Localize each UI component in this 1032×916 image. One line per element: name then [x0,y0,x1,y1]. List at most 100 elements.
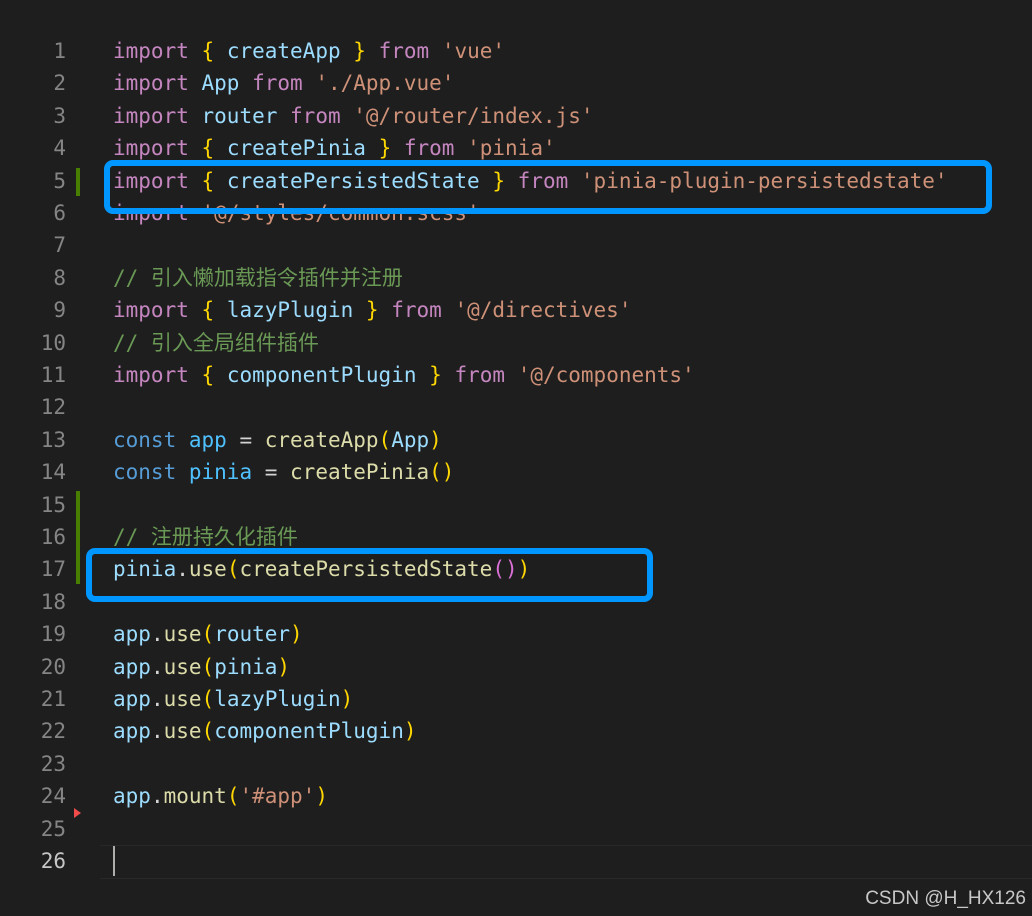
code-token: { [201,39,215,63]
code-line[interactable]: 19 app.use(router) [0,618,1032,650]
highlight-box-import-persisted-state [104,160,992,214]
line-code: import router from '@/router/index.js' [113,100,593,132]
code-token: use [163,687,202,711]
code-line[interactable]: 20 app.use(pinia) [0,651,1032,683]
code-token: app [113,784,151,809]
code-token: from [290,103,341,128]
code-token: from [454,363,506,387]
code-token: from [252,71,303,96]
code-line[interactable]: 14 const pinia = createPinia() [0,456,1032,488]
code-token: ( [378,427,392,452]
code-token: componentPlugin [214,719,404,744]
code-token: { [201,136,215,161]
code-line[interactable]: 10 // 引入全局组件插件 [0,327,1032,359]
code-line[interactable]: 13 const app = createApp(App) [0,424,1032,456]
code-line[interactable]: 23 [0,748,1032,780]
code-line[interactable]: 3 import router from '@/router/index.js' [0,100,1032,132]
line-number: 5 [53,168,66,193]
code-token: '@/router/index.js' [353,103,594,128]
code-token: ) [290,622,303,647]
code-token: . [150,654,164,679]
code-token: mount [163,784,227,809]
line-number: 13 [40,427,66,452]
code-token: createApp [264,427,379,452]
line-number: 16 [40,525,66,549]
watermark: CSDN @H_HX126 [865,888,1026,909]
code-token: . [150,687,164,711]
git-added-marker-lines-15-17 [76,491,80,584]
code-line[interactable]: 8 // 引入懒加载指令插件并注册 [0,262,1032,294]
code-token: use [163,622,202,647]
code-token: app [113,622,151,647]
code-token: createPinia [290,460,430,485]
code-token: router [201,103,278,128]
code-line[interactable]: 2 import App from './App.vue' [0,67,1032,99]
code-token: ) [403,719,417,744]
line-code: import { createApp } from 'vue' [113,35,505,67]
highlight-box-pinia-use [86,548,653,602]
code-token: createPinia [226,136,366,161]
line-number: 7 [53,233,66,258]
code-line[interactable]: 15 [0,489,1032,521]
line-code: import { lazyPlugin } from '@/directives… [113,294,631,326]
line-code: const pinia = createPinia() [113,456,454,488]
code-token: app [113,719,151,744]
code-token: from [378,39,430,63]
code-token: import [113,71,189,96]
code-token: const [113,460,177,485]
code-token: ( [201,719,215,744]
line-number: 8 [53,265,66,290]
code-token: = [226,427,265,452]
code-line[interactable]: 22 app.use(componentPlugin) [0,715,1032,747]
git-deleted-marker-icon [74,808,81,818]
code-token: from [391,298,442,323]
code-token: ) [315,784,328,809]
code-line[interactable]: 24 app.mount('#app') [0,780,1032,812]
code-token: 'vue' [441,39,506,63]
code-line[interactable]: 1 import { createApp } from 'vue' [0,35,1032,67]
line-number: 3 [53,103,66,128]
code-token: . [150,719,164,744]
code-line[interactable]: 25 [0,813,1032,845]
code-token: './App.vue' [315,71,455,96]
code-token: lazyPlugin [214,687,341,711]
code-token: app [188,427,227,452]
line-number: 23 [40,751,66,776]
code-token: . [150,784,164,809]
code-line[interactable]: 21 app.use(lazyPlugin) [0,683,1032,715]
code-token: app [113,687,151,711]
line-number: 17 [40,557,66,582]
code-token: () [429,460,455,485]
code-token: } [429,363,442,387]
code-line[interactable]: 11 import { componentPlugin } from '@/com… [0,359,1032,391]
line-number: 12 [40,395,66,420]
line-number: 18 [40,589,66,614]
code-editor[interactable]: 1 import { createApp } from 'vue' 2 import … [0,0,1032,916]
code-token: from [403,136,455,161]
line-number: 2 [53,71,66,96]
code-token: // 引入懒加载指令插件并注册 [113,265,403,290]
code-line[interactable]: 7 [0,229,1032,261]
code-line[interactable]: 12 [0,391,1032,423]
line-number: 19 [40,622,66,647]
line-number: 22 [40,719,66,744]
line-number: 20 [40,654,66,679]
code-token: createApp [226,39,341,63]
code-token: ( [201,654,215,679]
code-line[interactable]: 9 import { lazyPlugin } from '@/directive… [0,294,1032,326]
